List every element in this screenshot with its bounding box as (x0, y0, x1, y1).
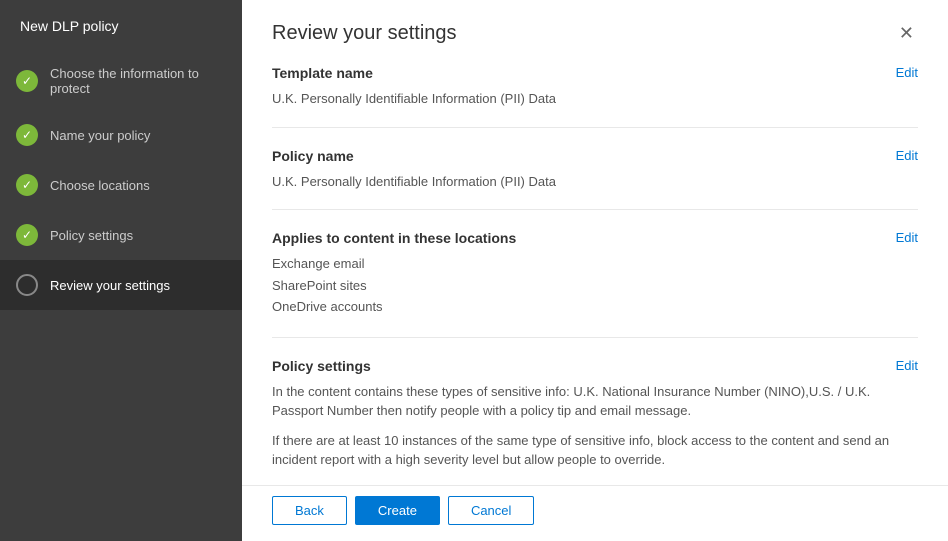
locations-header: Applies to content in these locations Ed… (272, 230, 918, 250)
cancel-button[interactable]: Cancel (448, 496, 534, 525)
locations-section: Applies to content in these locations Ed… (272, 230, 918, 338)
template-name-title: Template name (272, 65, 373, 81)
main-content: Review your settings ✕ Template name Edi… (242, 0, 948, 541)
step-5-icon (16, 274, 38, 296)
template-name-header: Template name Edit (272, 65, 918, 85)
policy-settings-section: Policy settings Edit In the content cont… (272, 358, 918, 486)
policy-settings-line-1: In the content contains these types of s… (272, 382, 918, 421)
main-body: Template name Edit U.K. Personally Ident… (242, 55, 948, 485)
sidebar-item-name-policy[interactable]: ✓ Name your policy (0, 110, 242, 160)
template-name-value: U.K. Personally Identifiable Information… (272, 89, 918, 109)
sidebar-item-review-settings[interactable]: Review your settings (0, 260, 242, 310)
policy-settings-values: In the content contains these types of s… (272, 382, 918, 470)
sidebar-item-choose-locations[interactable]: ✓ Choose locations (0, 160, 242, 210)
policy-settings-edit[interactable]: Edit (896, 358, 918, 373)
template-name-section: Template name Edit U.K. Personally Ident… (272, 65, 918, 128)
sidebar-title: New DLP policy (0, 0, 242, 52)
step-2-icon: ✓ (16, 124, 38, 146)
sidebar-item-label-4: Policy settings (50, 228, 133, 243)
step-4-icon: ✓ (16, 224, 38, 246)
sidebar-item-choose-info[interactable]: ✓ Choose the information to protect (0, 52, 242, 110)
template-name-edit[interactable]: Edit (896, 65, 918, 80)
location-exchange: Exchange email (272, 254, 918, 274)
policy-name-edit[interactable]: Edit (896, 148, 918, 163)
location-sharepoint: SharePoint sites (272, 276, 918, 296)
sidebar-item-policy-settings[interactable]: ✓ Policy settings (0, 210, 242, 260)
policy-name-value: U.K. Personally Identifiable Information… (272, 172, 918, 192)
locations-title: Applies to content in these locations (272, 230, 516, 246)
sidebar: New DLP policy ✓ Choose the information … (0, 0, 242, 541)
sidebar-item-label-1: Choose the information to protect (50, 66, 226, 96)
step-3-icon: ✓ (16, 174, 38, 196)
main-title: Review your settings (272, 22, 457, 45)
policy-name-title: Policy name (272, 148, 354, 164)
policy-name-section: Policy name Edit U.K. Personally Identif… (272, 148, 918, 211)
main-footer: Back Create Cancel (242, 485, 948, 541)
locations-values: Exchange email SharePoint sites OneDrive… (272, 254, 918, 317)
location-onedrive: OneDrive accounts (272, 297, 918, 317)
policy-settings-header: Policy settings Edit (272, 358, 918, 378)
policy-settings-line-2: If there are at least 10 instances of th… (272, 431, 918, 470)
step-1-icon: ✓ (16, 70, 38, 92)
close-button[interactable]: ✕ (895, 22, 918, 44)
policy-name-header: Policy name Edit (272, 148, 918, 168)
sidebar-item-label-5: Review your settings (50, 278, 170, 293)
sidebar-item-label-2: Name your policy (50, 128, 150, 143)
locations-edit[interactable]: Edit (896, 230, 918, 245)
create-button[interactable]: Create (355, 496, 440, 525)
policy-settings-title: Policy settings (272, 358, 371, 374)
main-header: Review your settings ✕ (242, 0, 948, 55)
sidebar-item-label-3: Choose locations (50, 178, 150, 193)
back-button[interactable]: Back (272, 496, 347, 525)
